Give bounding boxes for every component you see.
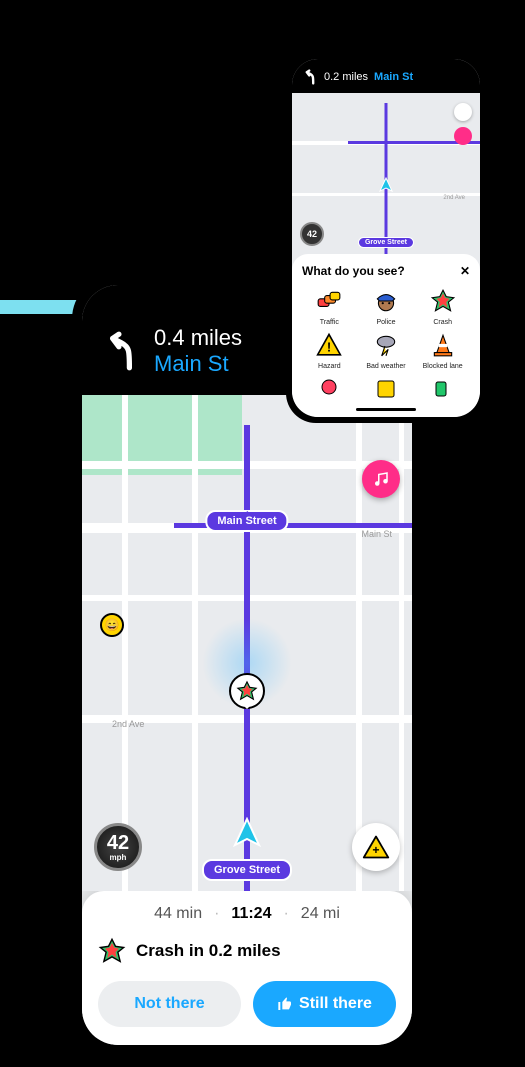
report-grid-row2 [302,374,470,404]
bottom-sheet: 44 min · 11:24 · 24 mi Crash in 0.2 mile… [82,891,412,1045]
current-location-arrow-icon [231,817,263,849]
report-label: Blocked lane [423,363,463,370]
alert-text: Crash in 0.2 miles [136,941,281,961]
report-extra-1[interactable] [302,374,357,404]
dot-separator: · [214,905,219,923]
crash-icon [236,680,258,702]
current-location-arrow-icon [378,177,394,193]
phone-small-frame: 0.2 miles Main St 2nd Ave Grove Street 4… [286,53,486,423]
hazard-icon: ! [314,330,344,360]
music-button[interactable] [362,460,400,498]
report-extra-2[interactable] [359,374,414,404]
turn-left-arrow-icon [100,330,142,372]
close-button[interactable]: ✕ [460,264,470,278]
sign-icon [371,374,401,404]
speed-value: 42 [307,229,317,239]
speedometer[interactable]: 42 mph [94,823,142,871]
report-button[interactable]: + [352,823,400,871]
not-there-label: Not there [134,995,204,1013]
speed-value: 42 [107,833,129,853]
svg-text:!: ! [327,340,331,355]
street-pill-grove: Grove Street [202,859,292,881]
phone-small-screen: 0.2 miles Main St 2nd Ave Grove Street 4… [292,59,480,417]
map-view[interactable]: Main St 2nd Ave Main Street 😄 Grove Stre… [82,395,412,891]
report-sheet: What do you see? ✕ Traffic Police Crash … [292,254,480,417]
thumbs-up-icon [277,996,293,1012]
weather-icon [371,330,401,360]
trip-time: 44 min [154,905,202,923]
not-there-button[interactable]: Not there [98,981,241,1027]
trip-eta: 11:24 [231,905,271,923]
svg-text:+: + [372,843,379,857]
hazard-alert: Crash in 0.2 miles [98,937,396,965]
balloon-icon [314,374,344,404]
speedometer[interactable]: 42 [300,222,324,246]
music-button[interactable] [454,127,472,145]
report-hazard-icon: + [362,833,390,861]
street-pill-main: Main Street [205,510,288,532]
turn-left-arrow-icon [302,69,318,85]
map-view[interactable]: 2nd Ave Grove Street 42 [292,93,480,254]
road-label-2nd: 2nd Ave [443,195,465,201]
street-pill-grove: Grove Street [358,237,414,248]
nav-street: Main St [374,71,413,83]
music-icon [372,470,390,488]
report-label: Traffic [320,319,339,326]
report-police[interactable]: Police [359,286,414,326]
report-hazard[interactable]: ! Hazard [302,330,357,370]
voice-button[interactable] [454,103,472,121]
trip-summary: 44 min · 11:24 · 24 mi [98,905,396,923]
trip-distance: 24 mi [301,905,340,923]
crash-icon [428,286,458,316]
nav-street: Main St [154,351,242,377]
report-label: Hazard [318,363,341,370]
police-icon [371,286,401,316]
traffic-icon [314,286,344,316]
speed-unit: mph [110,853,127,862]
wazer-pin[interactable]: 😄 [100,613,124,637]
nav-distance: 0.4 miles [154,325,242,351]
still-there-button[interactable]: Still there [253,981,396,1027]
nav-header: 0.2 miles Main St [292,59,480,93]
cone-icon [428,330,458,360]
crash-map-pin[interactable] [229,673,265,709]
alert-actions: Not there Still there [98,981,396,1027]
gas-icon [428,374,458,404]
report-grid: Traffic Police Crash ! Hazard Bad weathe… [302,286,470,370]
home-indicator [356,408,416,411]
road-label-main: Main St [361,529,392,539]
road-label-2nd: 2nd Ave [112,719,144,729]
nav-distance: 0.2 miles [324,71,368,83]
report-label: Bad weather [366,363,405,370]
report-crash[interactable]: Crash [415,286,470,326]
sheet-title: What do you see? [302,264,405,278]
report-weather[interactable]: Bad weather [359,330,414,370]
crash-icon [98,937,126,965]
report-extra-3[interactable] [415,374,470,404]
report-blocked[interactable]: Blocked lane [415,330,470,370]
report-traffic[interactable]: Traffic [302,286,357,326]
still-there-label: Still there [299,995,372,1013]
dot-separator: · [283,905,288,923]
report-label: Crash [433,319,452,326]
report-label: Police [376,319,395,326]
